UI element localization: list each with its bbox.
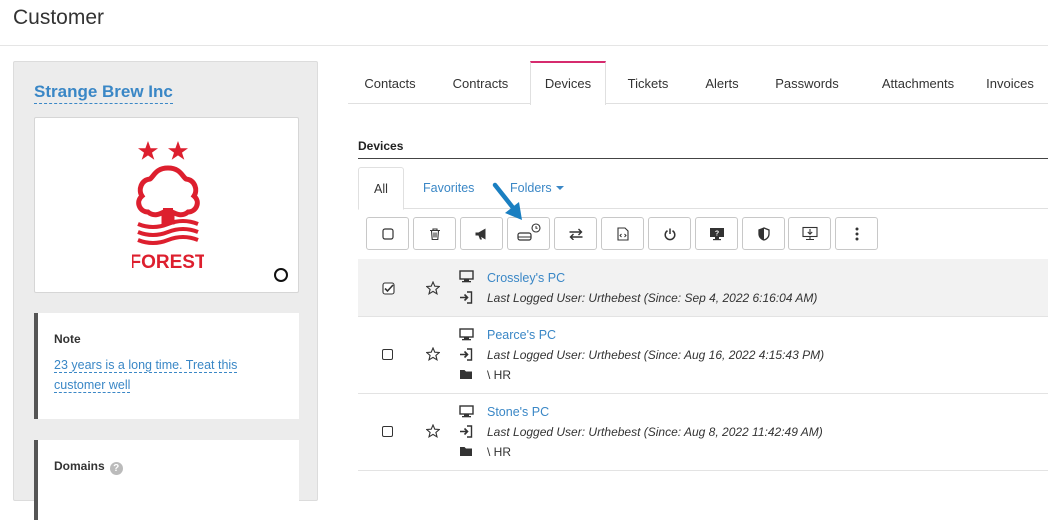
device-folder: \ HR — [487, 445, 511, 459]
row-checkbox[interactable] — [382, 349, 393, 360]
tab-devices[interactable]: Devices — [530, 61, 606, 105]
tab-invoices[interactable]: Invoices — [980, 61, 1040, 104]
sign-in-icon — [460, 291, 473, 304]
remote-help-button[interactable]: ? — [695, 217, 738, 250]
annotation-arrow-icon — [492, 182, 522, 220]
device-row[interactable]: Pearce's PC Last Logged User: Urthebest … — [358, 317, 1048, 394]
caret-down-icon — [555, 186, 564, 190]
devices-section-title: Devices — [358, 139, 404, 153]
company-name-link[interactable]: Strange Brew Inc — [34, 82, 173, 104]
svg-text:FOREST: FOREST — [132, 252, 204, 273]
customer-tabs: Contacts Contracts Devices Tickets Alert… — [348, 61, 1048, 105]
desktop-icon — [459, 405, 474, 418]
transfer-button[interactable] — [554, 217, 597, 250]
power-button[interactable] — [648, 217, 691, 250]
status-indicator — [274, 268, 288, 282]
devices-subtabs: All Favorites Folders — [358, 167, 1048, 210]
tab-tickets[interactable]: Tickets — [616, 61, 680, 104]
subtab-favorites[interactable]: Favorites — [423, 167, 474, 209]
page-title: Customer — [13, 6, 105, 29]
help-icon[interactable]: ? — [109, 462, 123, 475]
tab-attachments[interactable]: Attachments — [868, 61, 968, 104]
desktop-icon — [459, 270, 474, 283]
company-logo-box: FOREST — [34, 117, 299, 293]
trash-icon — [429, 227, 440, 240]
customer-panel: Strange Brew Inc FOREST Note 23 years is… — [13, 61, 318, 520]
last-logged-user: Last Logged User: Urthebest (Since: Aug … — [487, 425, 823, 439]
monitor-question-icon: ? — [709, 227, 724, 240]
favorite-star-icon[interactable] — [426, 424, 440, 438]
drive-clock-icon — [516, 222, 541, 241]
last-logged-user: Last Logged User: Urthebest (Since: Sep … — [487, 291, 818, 305]
power-icon — [663, 228, 676, 240]
file-code-icon — [616, 226, 629, 241]
download-button[interactable] — [788, 217, 831, 250]
note-text[interactable]: 23 years is a long time. Treat this cust… — [54, 355, 264, 395]
tab-alerts[interactable]: Alerts — [694, 61, 750, 104]
favorite-star-icon[interactable] — [426, 347, 440, 361]
kebab-menu-icon — [855, 227, 858, 240]
device-name-link[interactable]: Crossley's PC — [487, 271, 565, 285]
desktop-icon — [459, 328, 474, 341]
device-row[interactable]: Crossley's PC Last Logged User: Urthebes… — [358, 259, 1048, 317]
tab-passwords[interactable]: Passwords — [766, 61, 848, 104]
device-folder: \ HR — [487, 368, 511, 382]
tab-contracts[interactable]: Contracts — [440, 61, 521, 104]
page-header: Customer — [0, 0, 1048, 46]
exchange-icon — [569, 228, 582, 240]
note-text-link[interactable]: 23 years is a long time. Treat this cust… — [54, 358, 238, 393]
checked-box-icon — [382, 282, 395, 295]
select-all-button[interactable] — [366, 217, 409, 250]
delete-button[interactable] — [413, 217, 456, 250]
svg-text:?: ? — [714, 230, 718, 237]
more-options-button[interactable] — [835, 217, 878, 250]
row-checkbox[interactable] — [382, 426, 393, 437]
tab-contacts[interactable]: Contacts — [348, 61, 432, 104]
monitor-download-icon — [801, 226, 818, 240]
sign-in-icon — [460, 425, 473, 438]
security-button[interactable] — [742, 217, 785, 250]
favorite-star-icon[interactable] — [426, 281, 440, 295]
domains-card: Domains? — [34, 440, 299, 520]
device-name-link[interactable]: Stone's PC — [487, 405, 549, 419]
company-logo: FOREST — [132, 141, 204, 273]
row-checkbox[interactable] — [382, 282, 395, 295]
device-name-link[interactable]: Pearce's PC — [487, 328, 556, 342]
sign-in-icon — [460, 348, 473, 361]
folder-icon — [460, 370, 472, 379]
megaphone-icon — [475, 228, 485, 239]
folder-icon — [460, 447, 472, 456]
script-button[interactable] — [601, 217, 644, 250]
note-title: Note — [54, 332, 81, 346]
device-row[interactable]: Stone's PC Last Logged User: Urthebest (… — [358, 394, 1048, 471]
domains-title: Domains? — [54, 459, 123, 475]
section-divider — [358, 158, 1048, 159]
checkbox-icon — [381, 227, 394, 240]
last-logged-user: Last Logged User: Urthebest (Since: Aug … — [487, 348, 825, 362]
domains-title-label: Domains — [54, 459, 105, 473]
subtab-all[interactable]: All — [358, 167, 404, 210]
note-card: Note 23 years is a long time. Treat this… — [34, 313, 299, 419]
shield-icon — [757, 226, 770, 241]
